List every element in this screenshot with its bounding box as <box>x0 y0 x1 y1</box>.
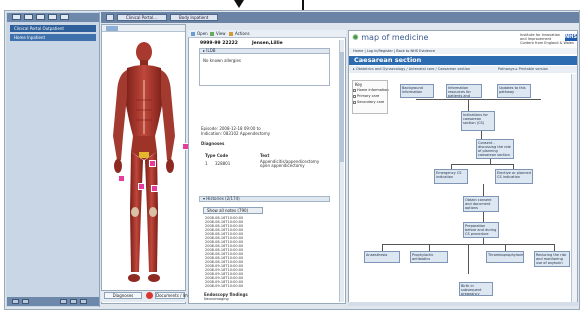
section-histories-header[interactable]: ▾ Histories (2/174) <box>199 196 330 202</box>
map-node[interactable]: Elective or planned CS indication <box>495 169 533 184</box>
pointer-arrow-icon <box>234 0 244 8</box>
connector <box>468 244 469 274</box>
diag-row-text: Appendicitis/appendicectomy open appendi… <box>260 159 320 168</box>
map-node[interactable]: Anaesthesia <box>364 251 400 263</box>
map-node[interactable]: Information resources for patients and c… <box>446 84 482 98</box>
diagnoses-title: Diagnoses <box>201 141 225 146</box>
key-square-icon <box>353 95 356 98</box>
actions-icon <box>229 32 233 36</box>
connector <box>483 212 484 222</box>
connector <box>483 184 484 196</box>
map-logo: ✺ map of medicine <box>352 33 428 42</box>
tab-body-inpatient[interactable]: Body Inpatient <box>170 14 218 21</box>
sidebar-button-5[interactable] <box>60 14 69 20</box>
connector <box>429 244 430 251</box>
nhs-logo: NHS <box>565 34 577 41</box>
map-node[interactable]: Prophylactic antibiotics <box>410 251 448 263</box>
map-logo-text: map of medicine <box>361 33 429 42</box>
connector <box>451 164 513 165</box>
connector <box>416 99 541 100</box>
map-node[interactable]: Birth in subsequent pregnancy <box>459 282 493 296</box>
key-row: Home information <box>357 88 389 92</box>
diag-row-num: 1 <box>205 161 208 166</box>
key-row: Primary care <box>357 94 380 98</box>
sidebar-button-4[interactable] <box>48 14 57 20</box>
diag-row-code: 328801 <box>215 161 231 166</box>
alert-icon[interactable] <box>146 292 153 299</box>
map-node[interactable]: Preparation before and during CS procedu… <box>463 222 499 238</box>
sidebar-item-clinical-portal[interactable]: Clinical Portal Outpatient <box>10 25 96 32</box>
connector <box>468 99 469 111</box>
anatomy-figure[interactable] <box>103 40 185 288</box>
map-footer-bar <box>348 302 578 306</box>
note-line: Neuroimaging <box>204 297 229 301</box>
body-marker-thigh-right[interactable] <box>151 185 158 192</box>
body-marker-thigh-left[interactable] <box>138 183 145 190</box>
map-nav-links[interactable]: Home | Log in/Register | Back to NHS Evi… <box>349 48 577 54</box>
footer-button-1[interactable] <box>12 299 19 304</box>
diag-col-text: Text <box>260 153 270 158</box>
map-pathway-links[interactable]: Pathways ▸ Printable version <box>498 66 548 73</box>
indication-line: Indication: 083102 Appendectomy <box>201 131 271 136</box>
key-row: Secondary care <box>357 100 385 104</box>
sidebar-button-2[interactable] <box>24 14 33 20</box>
connector <box>481 131 482 139</box>
logo-star-icon: ✺ <box>352 33 359 42</box>
sidebar-item-home[interactable]: Home Inpatient <box>10 34 96 41</box>
actions-label: Actions <box>235 31 250 36</box>
view-label: View <box>216 31 226 36</box>
map-title: Caesarean section <box>349 56 577 65</box>
diag-col-type: Type Code <box>205 153 229 158</box>
map-node[interactable]: Obtain consent and document options <box>463 196 499 212</box>
show-all-notes-button[interactable]: Show all notes (790) <box>203 207 263 214</box>
tab-clinical-portal[interactable]: Clinical Portal... <box>117 14 167 21</box>
key-title: Key <box>355 82 363 87</box>
open-label: Open <box>197 31 208 36</box>
open-icon <box>191 32 195 36</box>
footer-button-2[interactable] <box>22 299 29 304</box>
connector <box>382 244 383 251</box>
key-square-icon <box>353 89 356 92</box>
map-node[interactable]: Updates to this pathway <box>497 84 531 98</box>
history-date[interactable]: 2008-09-18T10:00:00 <box>205 284 267 288</box>
sidebar <box>6 12 100 307</box>
map-node[interactable]: Indications for caesarean section (CS) <box>461 111 495 131</box>
map-node[interactable]: Emergency CS indication <box>434 169 468 184</box>
view-button[interactable]: View <box>210 31 226 37</box>
patient-id: 9999-99 22222 <box>200 41 238 46</box>
map-scrollbar[interactable] <box>571 74 577 302</box>
actions-button[interactable]: Actions <box>229 31 250 37</box>
map-node[interactable]: Reducing the risk and monitoring use of … <box>534 251 570 267</box>
footer-button-3[interactable] <box>60 299 67 304</box>
history-date-list: 2008-08-16T10:00:00 2008-08-16T10:00:00 … <box>205 216 267 288</box>
patient-name: Jensen,Lillie <box>252 41 283 46</box>
map-node[interactable]: Thromboprophylaxis <box>486 251 524 263</box>
open-button[interactable]: Open <box>191 31 208 37</box>
footer-button-4[interactable] <box>70 299 77 304</box>
map-node[interactable]: Background information <box>400 84 434 98</box>
tab-home-icon[interactable] <box>106 14 114 21</box>
map-node[interactable]: Consent - discussing the role of plannin… <box>476 139 514 159</box>
body-marker-hand[interactable] <box>118 175 125 182</box>
sidebar-button-1[interactable] <box>12 14 21 20</box>
tab-documents-imaging[interactable]: Documents / Imaging <box>155 292 199 299</box>
nhs-line-3: Content from England & Wales <box>520 41 574 45</box>
footer-button-5[interactable] <box>80 299 87 304</box>
sidebar-button-3[interactable] <box>36 14 45 20</box>
view-icon <box>210 32 214 36</box>
body-marker-pelvis[interactable] <box>149 160 156 167</box>
body-panel-control[interactable] <box>106 26 118 31</box>
record-scroll-thumb[interactable] <box>339 52 344 162</box>
allergies-text: No known allergies <box>203 58 241 63</box>
key-square-icon <box>353 101 356 104</box>
connector <box>554 244 555 251</box>
tab-diagnoses[interactable]: Diagnoses <box>104 292 142 299</box>
connector <box>505 244 506 251</box>
